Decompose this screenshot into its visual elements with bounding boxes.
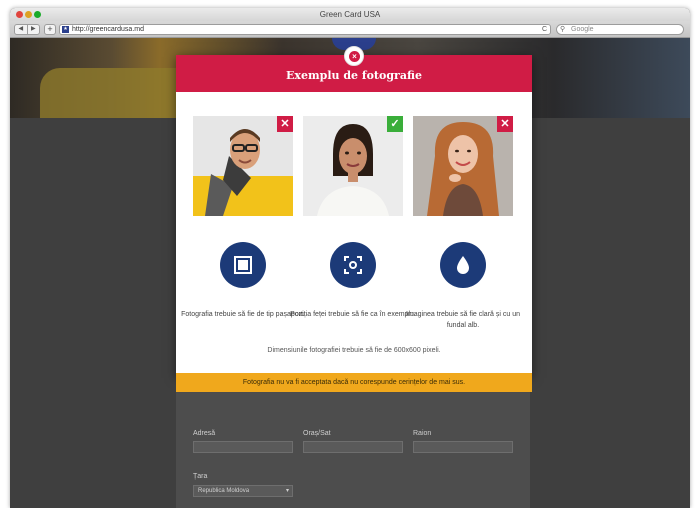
url-text: http://greencardusa.md [72, 26, 144, 33]
add-bookmark-button[interactable]: + [44, 24, 56, 35]
nav-buttons: ◀ ▶ [14, 24, 40, 35]
photo-example-modal: Exemplu de fotografie × ✕ ✓ ✕ Fotografia… [176, 46, 532, 392]
example-photo-good: ✓ [303, 116, 403, 216]
site-favicon: ★ [62, 26, 69, 33]
check-icon: ✓ [387, 116, 403, 132]
district-field[interactable] [413, 441, 513, 453]
water-drop-icon [440, 242, 486, 288]
close-icon: × [349, 51, 360, 62]
back-button[interactable]: ◀ [15, 25, 28, 34]
country-value: Republica Moldova [198, 488, 250, 494]
search-placeholder: Google [571, 26, 594, 33]
modal-title: Exemplu de fotografie [286, 69, 422, 82]
modal-close-button[interactable]: × [344, 46, 364, 66]
face-focus-icon [330, 242, 376, 288]
window-title: Green Card USA [319, 10, 381, 19]
city-label: Oraș/Sat [303, 430, 331, 437]
warning-banner: Fotografia nu va fi acceptata dacă nu co… [176, 373, 532, 392]
search-icon: ⚲ [560, 26, 566, 33]
example-photo-bad-2: ✕ [413, 116, 513, 216]
address-label: Adresă [193, 430, 216, 437]
zoom-window-button[interactable] [34, 11, 41, 18]
reload-icon[interactable]: C [542, 25, 547, 34]
window-titlebar: Green Card USA [10, 8, 690, 21]
country-label: Țara [193, 473, 208, 480]
district-label: Raion [413, 430, 432, 437]
example-photo-bad-1: ✕ [193, 116, 293, 216]
dimensions-note: Dimensiunile fotografiei trebuie să fie … [267, 347, 441, 354]
chevron-down-icon: ▾ [285, 488, 289, 494]
forward-button[interactable]: ▶ [28, 25, 40, 34]
browser-window: Green Card USA ◀ ▶ + ★ http://greencardu… [10, 8, 690, 508]
search-input[interactable]: ⚲ Google [556, 24, 684, 35]
requirement-background-text: Imaginea trebuie să fie clară și cu un f… [405, 311, 520, 329]
browser-toolbar: ◀ ▶ + ★ http://greencardusa.md C ⚲ Googl… [10, 21, 690, 38]
country-select[interactable]: Republica Moldova ▾ [193, 485, 293, 497]
close-window-button[interactable] [16, 11, 23, 18]
reject-icon: ✕ [497, 116, 513, 132]
reject-icon: ✕ [277, 116, 293, 132]
address-field[interactable] [193, 441, 293, 453]
city-field[interactable] [303, 441, 403, 453]
minimize-window-button[interactable] [25, 11, 32, 18]
square-frame-icon [220, 242, 266, 288]
url-bar[interactable]: ★ http://greencardusa.md C [59, 24, 551, 35]
